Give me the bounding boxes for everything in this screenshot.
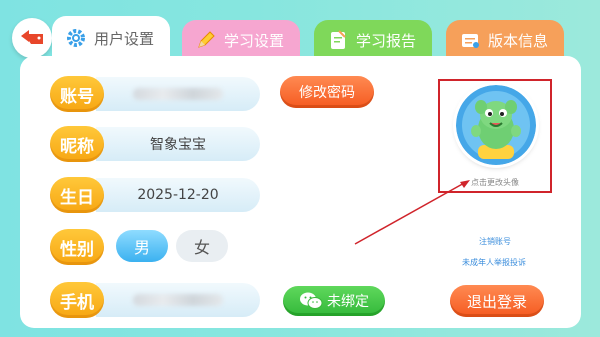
gear-icon bbox=[64, 26, 88, 50]
tab-study-report[interactable]: 学习报告 bbox=[314, 20, 432, 60]
phone-value-masked bbox=[133, 294, 223, 306]
pencil-icon bbox=[194, 28, 218, 52]
tab-study-settings[interactable]: 学习设置 bbox=[182, 20, 300, 60]
tab-label: 学习报告 bbox=[356, 31, 417, 50]
tab-version-info[interactable]: 版本信息 bbox=[446, 20, 564, 60]
nickname-label: 昵称 bbox=[50, 126, 104, 162]
back-button[interactable] bbox=[12, 18, 52, 58]
minor-report-link[interactable]: 未成年人举报投诉 bbox=[462, 257, 526, 268]
change-avatar-hint[interactable]: 点击更改头像 bbox=[440, 177, 550, 188]
back-arrow-icon bbox=[21, 30, 43, 44]
logout-button[interactable]: 退出登录 bbox=[450, 285, 544, 317]
account-field bbox=[96, 77, 260, 111]
birthday-label: 生日 bbox=[50, 177, 104, 213]
tab-label: 版本信息 bbox=[488, 31, 549, 50]
tab-user-settings[interactable]: 用户设置 bbox=[52, 16, 170, 60]
gender-male-option[interactable]: 男 bbox=[116, 230, 168, 262]
report-icon bbox=[326, 28, 350, 52]
tab-label: 用户设置 bbox=[94, 29, 155, 48]
nickname-field[interactable]: 智象宝宝 bbox=[96, 127, 260, 161]
version-icon bbox=[458, 28, 482, 52]
avatar-highlight-box[interactable]: 点击更改头像 bbox=[438, 79, 552, 193]
gender-label: 性别 bbox=[50, 229, 104, 265]
phone-label: 手机 bbox=[50, 282, 104, 318]
phone-field bbox=[96, 283, 260, 317]
avatar[interactable] bbox=[456, 85, 536, 165]
gender-female-option[interactable]: 女 bbox=[176, 230, 228, 262]
account-label: 账号 bbox=[50, 76, 104, 112]
birthday-field[interactable]: 2025-12-20 bbox=[96, 178, 260, 212]
account-value-masked bbox=[133, 88, 223, 100]
cancel-account-link[interactable]: 注销账号 bbox=[479, 236, 511, 247]
wechat-bind-label: 未绑定 bbox=[327, 294, 369, 310]
wechat-icon bbox=[300, 292, 323, 309]
tab-label: 学习设置 bbox=[224, 31, 285, 50]
mascot-avatar-icon bbox=[456, 85, 536, 165]
wechat-bind-button[interactable]: 未绑定 bbox=[283, 286, 385, 316]
change-password-button[interactable]: 修改密码 bbox=[280, 76, 374, 108]
